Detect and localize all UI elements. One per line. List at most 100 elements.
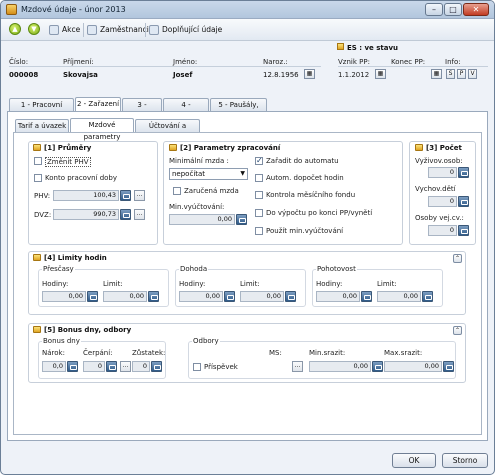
calendar-icon[interactable]: ▦	[431, 69, 442, 79]
vyziv-input[interactable]: 0	[428, 167, 457, 178]
collapse-icon[interactable]: ⌃	[453, 326, 462, 335]
tab-uctovani[interactable]: Účtování a výběry	[135, 119, 200, 142]
collapse-icon[interactable]: ⌃	[453, 254, 462, 263]
konec-label: Konec PP:	[391, 58, 426, 66]
calculator-icon[interactable]	[120, 209, 131, 220]
phv-input[interactable]: 100,43	[53, 190, 119, 201]
prescasy-limit-input[interactable]: 0,00	[103, 291, 147, 302]
autom-dopocet-checkbox[interactable]	[255, 174, 263, 182]
prescasy-hodiny-input[interactable]: 0,00	[42, 291, 86, 302]
minimalni-select[interactable]: nepočítat ▼	[169, 168, 248, 180]
calendar-icon[interactable]: ▦	[375, 69, 386, 79]
vychov-input[interactable]: 0	[428, 196, 457, 207]
arrow-up-icon[interactable]: ▲	[9, 23, 21, 35]
zamestnanci-button[interactable]: Zaměstnanci	[87, 22, 149, 37]
status-icon	[337, 43, 344, 50]
doplnujici-button[interactable]: Doplňující údaje	[149, 22, 222, 37]
min-vyuct-label: Min.vyúčtování:	[169, 203, 225, 211]
calculator-icon[interactable]	[458, 225, 469, 236]
calculator-icon[interactable]	[372, 361, 383, 372]
zaradit-checkbox[interactable]	[255, 156, 263, 165]
calculator-icon[interactable]	[87, 291, 98, 302]
cerpani-input[interactable]: 0	[83, 361, 105, 372]
max-srazit-input[interactable]: 0,00	[384, 361, 442, 372]
tab-odvody[interactable]: 3 - Odvody	[122, 98, 162, 121]
dohoda-hodiny-input[interactable]: 0,00	[179, 291, 223, 302]
osoby-input[interactable]: 0	[428, 225, 457, 236]
group-icon	[415, 144, 423, 151]
zarucena-label: Zaručená mzda	[184, 187, 239, 195]
calculator-icon[interactable]	[148, 291, 159, 302]
limit-label: Limit:	[240, 280, 260, 288]
dvz-input[interactable]: 990,73	[53, 209, 119, 220]
zaradit-label: Zařadit do automatu	[266, 157, 339, 165]
prispevek-label: Příspěvek	[204, 363, 238, 371]
close-button[interactable]: ✕	[463, 3, 489, 16]
konto-checkbox[interactable]	[34, 174, 42, 182]
title-bar: Mzdové údaje - únor 2013 – □ ✕	[1, 1, 494, 19]
zustatek-input[interactable]: 0	[132, 361, 150, 372]
calendar-icon[interactable]: ▦	[304, 69, 315, 79]
do-vypoctu-checkbox[interactable]	[255, 209, 263, 217]
kontrola-fondu-checkbox[interactable]	[255, 191, 263, 199]
calculator-icon[interactable]	[236, 214, 247, 225]
phv-label: PHV:	[34, 192, 51, 200]
arrow-down-icon[interactable]: ▼	[28, 23, 40, 35]
calculator-icon[interactable]	[151, 361, 162, 372]
jmeno-label: Jméno:	[173, 58, 198, 66]
header-divider	[9, 66, 321, 67]
minimize-button[interactable]: –	[425, 3, 443, 16]
toolbar: ▲ ▼ Akce Zaměstnanci Doplňující údaje	[1, 19, 494, 41]
odbory-label: Odbory	[192, 337, 220, 345]
info-v-button[interactable]: V	[468, 69, 477, 79]
tab-mzdove-parametry[interactable]: Mzdové parametry	[70, 118, 134, 141]
calculator-icon[interactable]	[458, 167, 469, 178]
parametry-title: [2] Parametry zpracování	[169, 144, 280, 152]
calculator-icon[interactable]	[224, 291, 235, 302]
cerpani-more-button[interactable]: ...	[120, 361, 131, 372]
min-srazit-input[interactable]: 0,00	[309, 361, 371, 372]
zmenit-phv-label: Změnit PHV	[45, 157, 91, 167]
maximize-button[interactable]: □	[444, 3, 462, 16]
tab-dovolena[interactable]: 4 - Dovolená	[163, 98, 209, 121]
tab-tarif[interactable]: Tarif a úvazek	[15, 119, 69, 132]
osoby-label: Osoby vej.cv.:	[415, 214, 464, 222]
min-vyuct-input[interactable]: 0,00	[169, 214, 235, 225]
narozeni-value: 12.8.1956	[263, 71, 299, 79]
tab-zarazeni[interactable]: 2 - Zařazení	[75, 97, 121, 111]
calculator-icon[interactable]	[106, 361, 117, 372]
tab-pausaly[interactable]: 5 - Paušály, Děti	[210, 98, 267, 121]
tab-pracovni-pomer[interactable]: 1 - Pracovní poměr	[9, 98, 74, 121]
ms-more-button[interactable]: ...	[292, 361, 303, 372]
prescasy-label: Přesčasy	[42, 265, 75, 273]
calculator-icon[interactable]	[422, 291, 433, 302]
minimalni-label: Minimální mzda :	[169, 157, 229, 165]
akce-button[interactable]: Akce	[49, 22, 80, 37]
zarucena-checkbox[interactable]	[173, 187, 181, 195]
info-s-button[interactable]: S	[446, 69, 455, 79]
phv-more-button[interactable]: ...	[134, 190, 145, 201]
bonus-dny-subgroup	[38, 341, 166, 379]
do-vypoctu-label: Do výpočtu po konci PP/vynětí	[266, 209, 373, 217]
calculator-icon[interactable]	[285, 291, 296, 302]
calculator-icon[interactable]	[361, 291, 372, 302]
zmenit-phv-checkbox[interactable]	[34, 157, 42, 165]
pouzit-min-checkbox[interactable]	[255, 227, 263, 235]
limity-title: [4] Limity hodin	[33, 254, 107, 262]
calculator-icon[interactable]	[120, 190, 131, 201]
narok-input[interactable]: 0,0	[42, 361, 66, 372]
calculator-icon[interactable]	[443, 361, 454, 372]
storno-button[interactable]: Storno	[442, 453, 488, 468]
info-p-button[interactable]: P	[457, 69, 466, 79]
prispevek-checkbox[interactable]	[193, 363, 201, 371]
dohoda-limit-input[interactable]: 0,00	[240, 291, 284, 302]
ok-button[interactable]: OK	[392, 453, 436, 468]
pohotovost-limit-input[interactable]: 0,00	[377, 291, 421, 302]
bonus-title: [5] Bonus dny, odbory	[33, 326, 131, 334]
pohotovost-hodiny-input[interactable]: 0,00	[316, 291, 360, 302]
calculator-icon[interactable]	[67, 361, 78, 372]
autom-dopocet-label: Autom. dopočet hodin	[266, 174, 344, 182]
dvz-more-button[interactable]: ...	[134, 209, 145, 220]
prijmeni-label: Příjmení:	[63, 58, 94, 66]
calculator-icon[interactable]	[458, 196, 469, 207]
